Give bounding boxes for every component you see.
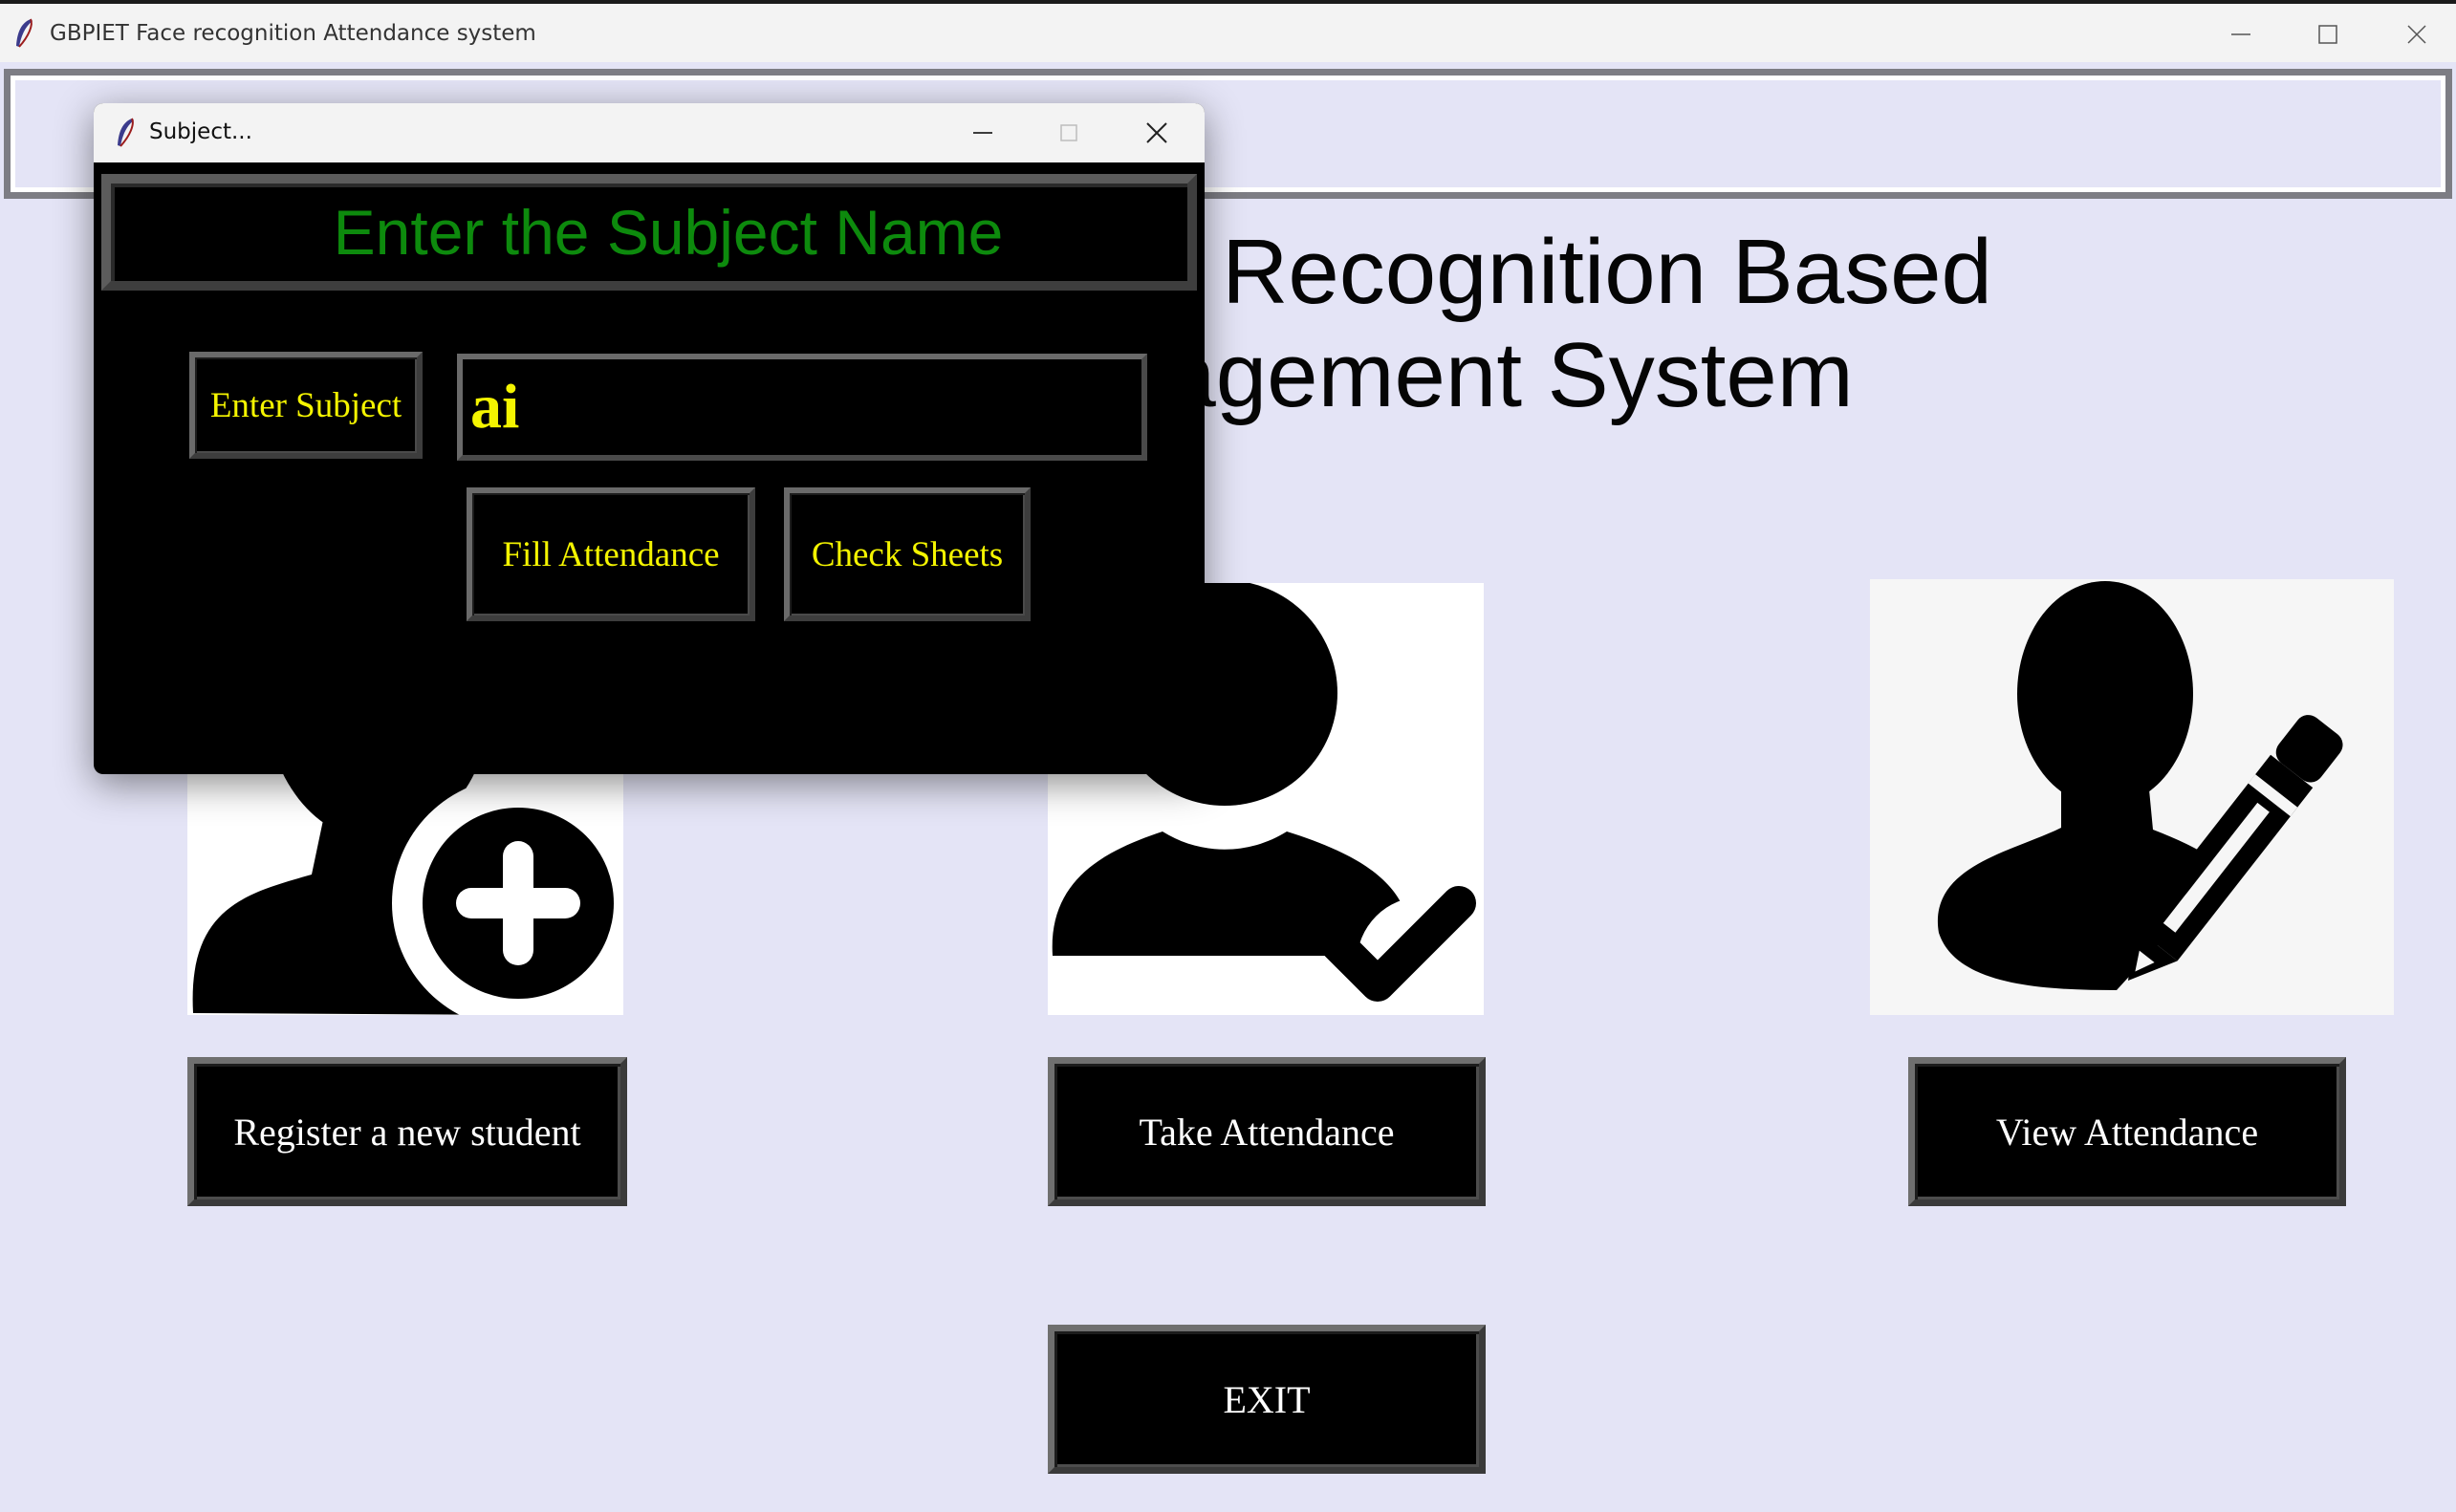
check-sheets-button[interactable]: Check Sheets	[784, 487, 1031, 621]
dialog-minimize-icon[interactable]	[954, 114, 1011, 152]
dialog-maximize-icon	[1040, 114, 1098, 152]
fill-attendance-button[interactable]: Fill Attendance	[467, 487, 755, 621]
main-window-titlebar[interactable]: GBPIET Face recognition Attendance syste…	[0, 0, 2456, 62]
exit-button[interactable]: EXIT	[1048, 1325, 1486, 1474]
main-window-title: GBPIET Face recognition Attendance syste…	[50, 21, 536, 46]
subject-input[interactable]	[457, 354, 1147, 461]
maximize-icon[interactable]	[2299, 15, 2357, 54]
take-attendance-button[interactable]: Take Attendance	[1048, 1057, 1486, 1206]
dialog-feather-icon	[118, 118, 134, 147]
main-heading-line-1: ce Recognition Based	[1099, 221, 1992, 323]
app-feather-icon	[16, 18, 33, 48]
view-attendance-image	[1870, 579, 2394, 1015]
dialog-titlebar[interactable]: Subject...	[94, 103, 1205, 162]
register-student-button[interactable]: Register a new student	[187, 1057, 627, 1206]
minimize-icon[interactable]	[2212, 15, 2270, 54]
user-edit-icon	[1937, 581, 2343, 990]
dialog-close-icon[interactable]	[1128, 114, 1185, 152]
main-heading-line-2: nagement System	[1114, 324, 1854, 426]
close-icon[interactable]	[2388, 15, 2445, 54]
subject-dialog: Subject... Enter the Subject Name Enter …	[94, 103, 1205, 774]
dialog-heading: Enter the Subject Name	[101, 174, 1197, 291]
enter-subject-label: Enter Subject	[189, 352, 423, 459]
dialog-title: Subject...	[149, 119, 252, 144]
view-attendance-button[interactable]: View Attendance	[1908, 1057, 2346, 1206]
